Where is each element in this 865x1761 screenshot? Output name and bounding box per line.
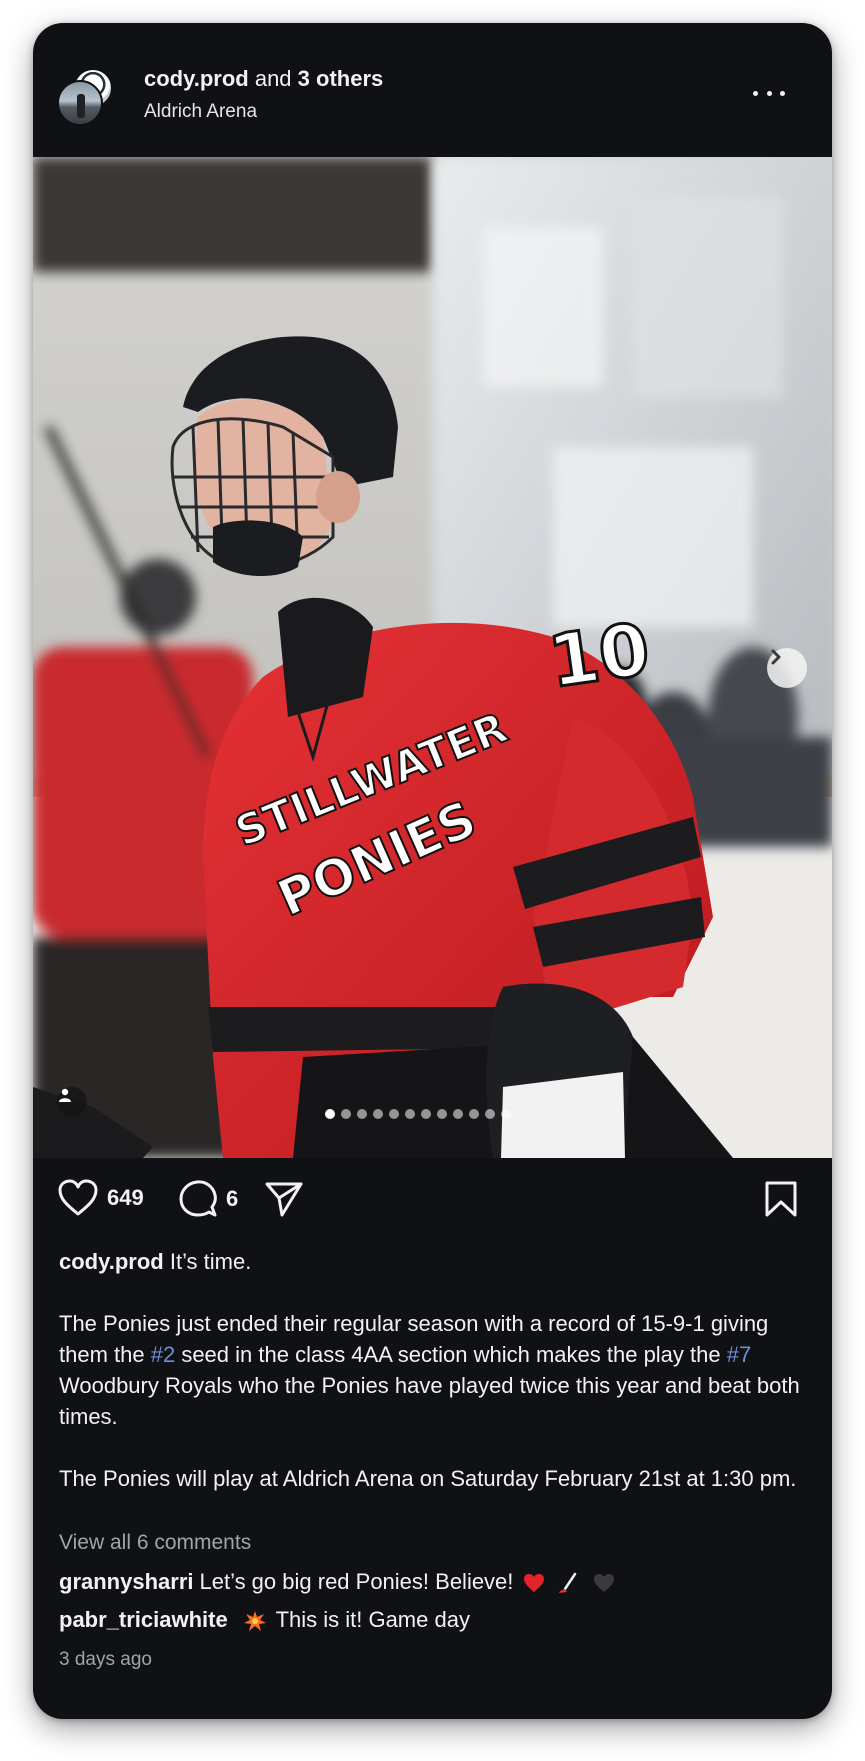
carousel-dot	[501, 1109, 511, 1119]
action-bar: 649 6	[33, 1158, 832, 1238]
person-icon	[59, 1088, 71, 1102]
bookmark-icon	[765, 1181, 797, 1217]
caption-paragraph-1: The Ponies just ended their regular seas…	[59, 1311, 800, 1429]
carousel-indicator	[325, 1108, 511, 1120]
like-count: 649	[107, 1185, 144, 1210]
share-button[interactable]	[264, 1180, 304, 1218]
post-header: cody.prod and 3 others Aldrich Arena	[33, 23, 832, 157]
carousel-dot	[469, 1109, 479, 1119]
red-heart-icon	[523, 1574, 544, 1593]
coauthor-connector: and	[248, 66, 298, 91]
post-card: cody.prod and 3 others Aldrich Arena 10 …	[33, 23, 832, 1719]
comment-username[interactable]: pabr_triciawhite	[59, 1607, 228, 1632]
jersey-number: 10	[544, 607, 655, 704]
hashtag-link[interactable]: #7	[727, 1342, 751, 1367]
hashtag-link[interactable]: #2	[151, 1342, 175, 1367]
author-avatar	[57, 80, 103, 126]
carousel-dot	[357, 1109, 367, 1119]
save-button[interactable]	[764, 1180, 798, 1218]
more-options-button[interactable]	[749, 83, 789, 103]
comment-button[interactable]: 6	[178, 1179, 238, 1219]
tagged-people-button[interactable]	[57, 1087, 87, 1117]
caption-paragraph-2: The Ponies will play at Aldrich Arena on…	[59, 1466, 797, 1491]
carousel-dot	[341, 1109, 351, 1119]
carousel-dot	[453, 1109, 463, 1119]
author-avatars[interactable]	[57, 68, 117, 128]
view-all-comments-link[interactable]: View all 6 comments	[59, 1531, 251, 1555]
hockey-stick-icon	[558, 1572, 576, 1594]
carousel-dot	[389, 1109, 399, 1119]
post-timestamp: 3 days ago	[59, 1649, 152, 1670]
chevron-right-icon	[771, 649, 781, 665]
carousel-dot	[373, 1109, 383, 1119]
comment-text: This is it! Game day	[275, 1607, 470, 1632]
coauthors-link[interactable]: 3 others	[298, 66, 384, 91]
heart-icon	[58, 1179, 98, 1216]
collision-icon	[243, 1611, 266, 1632]
hockey-photo: 10 STILLWATER PONIES	[33, 157, 832, 1158]
comment-icon	[179, 1180, 217, 1217]
more-dot-icon	[766, 90, 772, 96]
carousel-dot	[405, 1109, 415, 1119]
carousel-dot	[485, 1109, 495, 1119]
send-icon	[265, 1182, 303, 1217]
author-username[interactable]: cody.prod	[144, 66, 249, 91]
comment-count: 6	[226, 1186, 239, 1211]
author-line: cody.prod and 3 others	[144, 66, 383, 92]
carousel-dot	[325, 1109, 335, 1119]
more-dot-icon	[753, 90, 758, 96]
caption-title: It’s time.	[169, 1249, 252, 1274]
more-dot-icon	[780, 90, 785, 96]
comment-username[interactable]: grannysharri	[59, 1569, 194, 1594]
comment-item: pabr_triciawhite This is it! Game day	[59, 1607, 470, 1633]
next-photo-button[interactable]	[767, 648, 807, 688]
carousel-dot	[421, 1109, 431, 1119]
like-button[interactable]: 649	[57, 1179, 144, 1217]
caption-author[interactable]: cody.prod	[59, 1249, 164, 1274]
post-caption: cody.prod It’s time. The Ponies just end…	[59, 1246, 809, 1494]
post-photo[interactable]: 10 STILLWATER PONIES	[33, 157, 832, 1158]
comment-item: grannysharri Let’s go big red Ponies! Bel…	[59, 1569, 618, 1595]
carousel-dot	[437, 1109, 447, 1119]
comment-text: Let’s go big red Ponies! Believe!	[199, 1569, 514, 1594]
black-heart-icon	[593, 1574, 614, 1593]
location-link[interactable]: Aldrich Arena	[144, 101, 257, 123]
